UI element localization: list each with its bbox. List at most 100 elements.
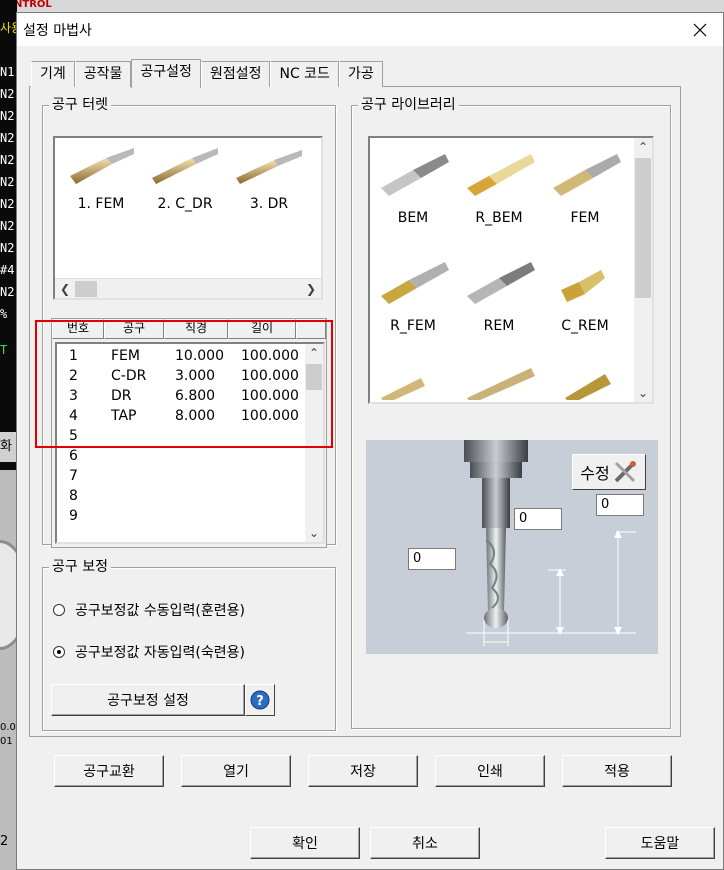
column-tool[interactable]: 공구 <box>104 319 164 339</box>
cell-number: 3 <box>69 388 78 404</box>
column-diameter[interactable]: 직경 <box>164 319 228 339</box>
cell-number: 7 <box>69 468 78 484</box>
cell-number: 6 <box>69 448 78 464</box>
setup-wizard-dialog: 설정 마법사 기계 공작물 공구설정 원점설정 NC 코드 가공 공구 터렛 1… <box>16 12 724 870</box>
background-side-label: 화 <box>0 432 17 462</box>
tool-table-header: 번호 공구 직경 길이 <box>52 319 326 339</box>
scroll-left-icon[interactable]: ❮ <box>55 279 75 298</box>
flat-end-mill-icon <box>553 154 621 196</box>
close-button[interactable] <box>677 13 723 46</box>
library-tool-label: REM <box>483 318 515 334</box>
radius-flat-end-mill-icon <box>381 262 449 304</box>
scroll-up-icon[interactable]: ⌃ <box>305 344 323 362</box>
library-tool-fem[interactable]: FEM <box>542 146 628 226</box>
background-line: % <box>0 307 8 321</box>
auto-input-option[interactable]: 공구보정값 자동입력(숙련용) <box>53 642 245 662</box>
scrollbar-thumb[interactable] <box>75 281 97 297</box>
library-tool-partial[interactable] <box>542 360 628 402</box>
cell-tool: FEM <box>111 348 140 364</box>
tab-origin-setup[interactable]: 원점설정 <box>200 61 271 87</box>
tab-nc-code[interactable]: NC 코드 <box>270 61 339 87</box>
scroll-down-icon[interactable]: ⌄ <box>634 384 652 402</box>
library-tool-rem[interactable]: REM <box>456 254 542 334</box>
apply-button[interactable]: 적용 <box>562 755 672 787</box>
chamfer-end-mill-icon <box>561 270 605 302</box>
cell-number: 1 <box>69 348 78 364</box>
scroll-up-icon[interactable]: ⌃ <box>634 138 652 156</box>
cell-number: 5 <box>69 428 78 444</box>
background-line: N2 <box>0 131 15 145</box>
radio-manual[interactable] <box>53 604 65 616</box>
column-number[interactable]: 번호 <box>52 319 104 339</box>
background-line: N2 <box>0 285 15 299</box>
background-small-value: 01 <box>0 736 13 747</box>
tool-change-button[interactable]: 공구교환 <box>54 755 164 787</box>
manual-input-label: 공구보정값 수동입력(훈련용) <box>75 603 245 619</box>
manual-input-option[interactable]: 공구보정값 수동입력(훈련용) <box>53 600 245 620</box>
cell-length: 100.000 <box>241 388 299 404</box>
library-tool-partial[interactable] <box>456 360 542 402</box>
library-tool-r-fem[interactable]: R_FEM <box>370 254 456 334</box>
cell-number: 2 <box>69 368 78 384</box>
background-line: N1 <box>0 65 15 79</box>
library-tool-c-rem[interactable]: C_REM <box>542 254 628 334</box>
tool-compensation-group: 공구 보정 공구보정값 수동입력(훈련용) 공구보정값 자동입력(숙련용) 공구… <box>42 558 336 731</box>
tool-library-view: BEM R_BEM FEM R_FEM REM C_REM ⌃ ⌄ <box>368 136 654 404</box>
scrollbar-thumb[interactable] <box>306 364 322 390</box>
library-tool-partial[interactable] <box>370 360 456 402</box>
tap-icon <box>565 374 611 402</box>
compensation-help-button[interactable]: ? <box>245 684 275 716</box>
tool-table: 번호 공구 직경 길이 1 FEM 10.000 100.000 2 C-DR 3.000… <box>51 318 327 548</box>
library-tool-label: R_FEM <box>390 318 436 334</box>
ball-end-mill-icon <box>381 154 449 196</box>
scrollbar-thumb[interactable] <box>635 158 651 298</box>
tab-machine[interactable]: 기계 <box>31 61 75 87</box>
cell-diameter: 6.800 <box>175 388 216 404</box>
turret-horizontal-scrollbar[interactable]: ❮ ❯ <box>55 278 321 298</box>
open-button[interactable]: 열기 <box>181 755 291 787</box>
save-button[interactable]: 저장 <box>308 755 418 787</box>
offset-input-length[interactable]: 0 <box>596 494 644 516</box>
tool-turret-group: 공구 터렛 1. FEM 2. C_DR 3. DR ❮ ❯ 번호 공구 직경 … <box>42 96 336 548</box>
scroll-down-icon[interactable]: ⌄ <box>305 524 323 542</box>
radio-auto[interactable] <box>53 646 65 658</box>
library-tool-r-bem[interactable]: R_BEM <box>456 146 542 226</box>
background-small-value: 2 <box>0 834 9 849</box>
help-button[interactable]: 도움말 <box>605 827 715 859</box>
tool-table-vertical-scrollbar[interactable]: ⌃ ⌄ <box>305 344 323 542</box>
drill-icon <box>381 378 425 402</box>
background-line: N2 <box>0 87 15 101</box>
turret-tool-2[interactable]: 2. C_DR <box>145 146 225 212</box>
background-top-strip <box>0 0 724 12</box>
drill-icon <box>467 368 535 402</box>
background-line: N2 <box>0 241 15 255</box>
cancel-button[interactable]: 취소 <box>370 827 480 859</box>
offset-input-height[interactable]: 0 <box>514 508 562 530</box>
scroll-right-icon[interactable]: ❯ <box>301 279 321 298</box>
offset-input-diameter[interactable]: 0 <box>408 548 456 570</box>
library-tool-bem[interactable]: BEM <box>370 146 456 226</box>
tool-library-group: 공구 라이브러리 BEM R_BEM FEM R_FEM REM C_REM ⌃… <box>351 96 671 729</box>
background-line: N2 <box>0 109 15 123</box>
close-icon <box>693 23 707 36</box>
help-icon: ? <box>250 690 270 710</box>
tab-tool-setup[interactable]: 공구설정 <box>131 59 201 88</box>
library-tool-label: FEM <box>570 210 600 226</box>
edit-button[interactable]: 수정 <box>572 454 646 490</box>
turret-tool-label: 3. DR <box>249 196 289 212</box>
tab-workpiece[interactable]: 공작물 <box>74 61 132 87</box>
ok-button[interactable]: 확인 <box>250 827 360 859</box>
compensation-settings-button[interactable]: 공구보정 설정 <box>51 684 245 716</box>
tool-table-body: 1 FEM 10.000 100.000 2 C-DR 3.000 100.000 3 DR 6… <box>55 342 325 544</box>
tool-turret-title: 공구 터렛 <box>49 96 111 114</box>
turret-tool-3[interactable]: 3. DR <box>229 146 309 212</box>
svg-text:?: ? <box>256 694 264 709</box>
cell-tool: C-DR <box>111 368 147 384</box>
turret-tool-1[interactable]: 1. FEM <box>61 146 141 212</box>
background-line: N2 <box>0 219 15 233</box>
dialog-title: 설정 마법사 <box>23 23 92 39</box>
tab-machining[interactable]: 가공 <box>338 61 383 87</box>
print-button[interactable]: 인쇄 <box>435 755 545 787</box>
tool-library-vertical-scrollbar[interactable]: ⌃ ⌄ <box>634 138 652 402</box>
column-length[interactable]: 길이 <box>228 319 296 339</box>
